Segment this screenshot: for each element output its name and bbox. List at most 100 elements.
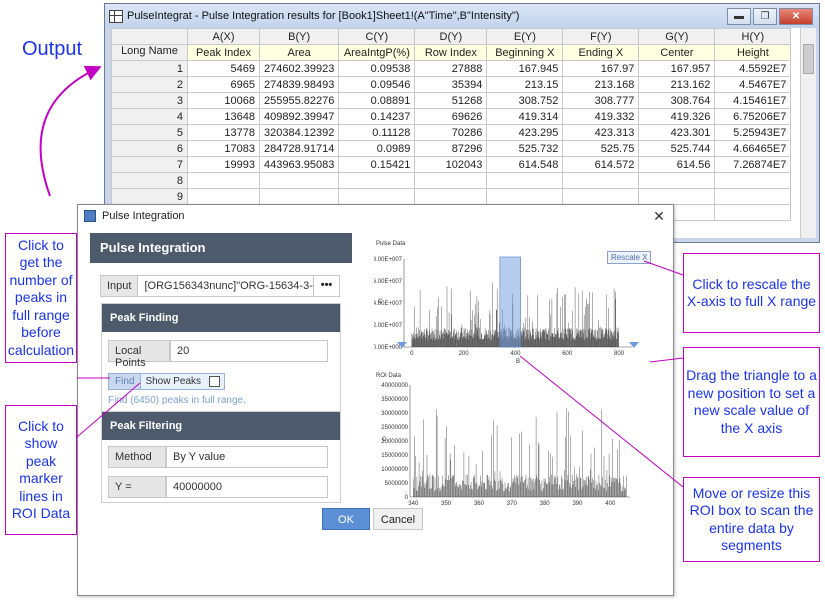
row-header[interactable]: 9	[111, 188, 188, 205]
table-cell[interactable]: 525.744	[638, 140, 716, 157]
table-cell[interactable]	[414, 188, 488, 205]
table-cell[interactable]: 0.08891	[338, 92, 416, 109]
table-cell[interactable]: 102043	[414, 156, 488, 173]
table-cell[interactable]: 614.548	[486, 156, 564, 173]
table-cell[interactable]	[638, 188, 716, 205]
peak-filtering-header[interactable]: Peak Filtering	[102, 412, 340, 440]
column-header[interactable]: G(Y)	[638, 28, 716, 45]
table-cell[interactable]	[187, 188, 260, 205]
table-cell[interactable]: 13648	[187, 108, 260, 125]
table-cell[interactable]	[714, 172, 792, 189]
table-cell[interactable]: 10068	[187, 92, 260, 109]
table-cell[interactable]: 308.777	[562, 92, 640, 109]
row-header[interactable]: 3	[111, 92, 188, 109]
row-header[interactable]: 7	[111, 156, 188, 173]
table-cell[interactable]: 423.301	[638, 124, 716, 141]
close-button[interactable]: ✕	[779, 7, 813, 25]
table-cell[interactable]: 213.162	[638, 76, 716, 93]
table-cell[interactable]	[486, 188, 564, 205]
worksheet-vertical-scrollbar[interactable]	[800, 28, 816, 238]
rescale-x-button[interactable]: Rescale X	[607, 251, 652, 264]
table-cell[interactable]: 443963.95083	[258, 156, 340, 173]
table-cell[interactable]	[486, 172, 564, 189]
table-cell[interactable]	[414, 172, 488, 189]
table-cell[interactable]	[338, 172, 416, 189]
method-select[interactable]: By Y value	[166, 446, 328, 468]
table-cell[interactable]	[714, 188, 792, 205]
table-cell[interactable]: 0.14237	[338, 108, 416, 125]
column-header[interactable]: E(Y)	[486, 28, 564, 45]
table-cell[interactable]: 4.5467E7	[714, 76, 792, 93]
row-header[interactable]: 2	[111, 76, 188, 93]
table-cell[interactable]: 409892.39947	[258, 108, 340, 125]
table-cell[interactable]	[714, 204, 792, 221]
table-cell[interactable]: 419.326	[638, 108, 716, 125]
long-name-cell[interactable]: Center	[638, 44, 716, 61]
long-name-cell[interactable]: Ending X	[562, 44, 640, 61]
row-header[interactable]: 5	[111, 124, 188, 141]
table-cell[interactable]	[562, 172, 640, 189]
table-cell[interactable]: 19993	[187, 156, 260, 173]
row-header[interactable]: 8	[111, 172, 188, 189]
table-cell[interactable]: 0.11128	[338, 124, 416, 141]
table-cell[interactable]: 5.25943E7	[714, 124, 792, 141]
long-name-cell[interactable]: Beginning X	[486, 44, 564, 61]
table-cell[interactable]: 0.09538	[338, 60, 416, 77]
table-cell[interactable]: 4.5592E7	[714, 60, 792, 77]
table-cell[interactable]: 525.75	[562, 140, 640, 157]
column-header[interactable]: H(Y)	[714, 28, 792, 45]
worksheet-titlebar[interactable]: PulseIntegrat - Pulse Integration result…	[105, 4, 819, 28]
table-cell[interactable]	[258, 188, 340, 205]
table-cell[interactable]: 213.168	[562, 76, 640, 93]
long-name-cell[interactable]: AreaIntgP(%)	[338, 44, 416, 61]
table-cell[interactable]	[338, 188, 416, 205]
table-cell[interactable]: 419.332	[562, 108, 640, 125]
grid-corner[interactable]	[111, 28, 188, 45]
local-points-field[interactable]: 20	[170, 340, 328, 362]
input-field[interactable]: [ORG156343nunc]"ORG-15634-3-nur	[138, 275, 314, 297]
column-header[interactable]: F(Y)	[562, 28, 640, 45]
table-cell[interactable]: 423.295	[486, 124, 564, 141]
table-cell[interactable]	[258, 172, 340, 189]
table-cell[interactable]: 6.75206E7	[714, 108, 792, 125]
table-cell[interactable]: 320384.12392	[258, 124, 340, 141]
column-header[interactable]: A(X)	[187, 28, 260, 45]
table-cell[interactable]: 70286	[414, 124, 488, 141]
table-cell[interactable]: 614.572	[562, 156, 640, 173]
table-cell[interactable]: 308.752	[486, 92, 564, 109]
table-cell[interactable]: 525.732	[486, 140, 564, 157]
minimize-button[interactable]: ▬	[727, 7, 751, 25]
table-cell[interactable]: 87296	[414, 140, 488, 157]
y-value-field[interactable]: 40000000	[166, 476, 328, 498]
table-cell[interactable]	[638, 172, 716, 189]
table-cell[interactable]: 167.97	[562, 60, 640, 77]
row-header[interactable]: 6	[111, 140, 188, 157]
table-cell[interactable]	[562, 188, 640, 205]
long-name-cell[interactable]: Height	[714, 44, 792, 61]
column-header[interactable]: B(Y)	[258, 28, 340, 45]
row-header[interactable]: 4	[111, 108, 188, 125]
table-cell[interactable]: 4.15461E7	[714, 92, 792, 109]
table-cell[interactable]: 167.957	[638, 60, 716, 77]
browse-button[interactable]: •••	[314, 275, 340, 297]
table-cell[interactable]: 0.15421	[338, 156, 416, 173]
table-cell[interactable]: 0.0989	[338, 140, 416, 157]
table-cell[interactable]: 423.313	[562, 124, 640, 141]
table-cell[interactable]: 167.945	[486, 60, 564, 77]
row-header[interactable]: 1	[111, 60, 188, 77]
table-cell[interactable]: 69626	[414, 108, 488, 125]
restore-button[interactable]: ❐	[753, 7, 777, 25]
table-cell[interactable]: 308.764	[638, 92, 716, 109]
table-cell[interactable]: 419.314	[486, 108, 564, 125]
table-cell[interactable]: 274839.98493	[258, 76, 340, 93]
find-button[interactable]: Find	[108, 372, 142, 390]
table-cell[interactable]: 17083	[187, 140, 260, 157]
show-peaks-checkbox[interactable]	[209, 375, 221, 387]
column-header[interactable]: C(Y)	[338, 28, 416, 45]
table-cell[interactable]: 213.15	[486, 76, 564, 93]
long-name-cell[interactable]: Peak Index	[187, 44, 260, 61]
table-cell[interactable]: 51268	[414, 92, 488, 109]
table-cell[interactable]: 5469	[187, 60, 260, 77]
table-cell[interactable]: 0.09546	[338, 76, 416, 93]
table-cell[interactable]: 614.56	[638, 156, 716, 173]
